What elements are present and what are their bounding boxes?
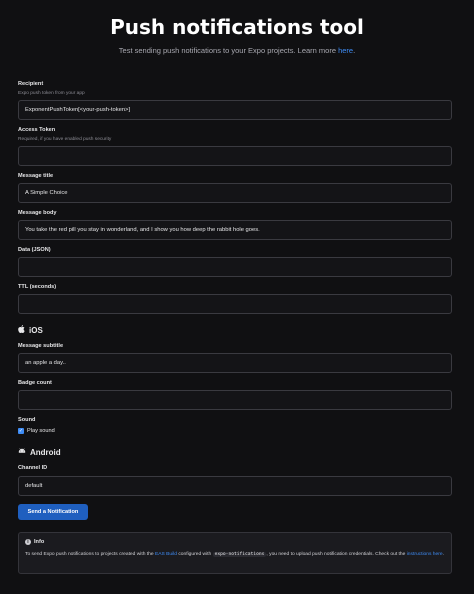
instructions-link[interactable]: instructions here bbox=[407, 552, 443, 557]
info-text-1: To send Expo push notifications to proje… bbox=[25, 552, 155, 557]
recipient-hint: Expo push token from your app bbox=[18, 91, 85, 96]
info-title: Info bbox=[34, 539, 45, 545]
channel-id-input[interactable]: default bbox=[18, 476, 452, 496]
access-token-input[interactable] bbox=[18, 146, 452, 166]
message-subtitle-input[interactable]: an apple a day.. bbox=[18, 353, 452, 373]
send-notification-button[interactable]: Send a Notification bbox=[18, 504, 88, 520]
page-title: Push notifications tool bbox=[110, 15, 364, 39]
recipient-input[interactable]: ExponentPushToken[<your-push-token>] bbox=[18, 100, 452, 120]
play-sound-checkbox[interactable]: ✓ bbox=[18, 428, 24, 434]
apple-icon bbox=[18, 325, 25, 335]
data-json-label: Data (JSON) bbox=[18, 247, 51, 253]
info-text-2: configured with bbox=[176, 552, 213, 557]
access-token-label: Access Token bbox=[18, 127, 56, 133]
subtitle-text: Test sending push notifications to your … bbox=[118, 46, 339, 55]
message-body-label: Message body bbox=[18, 210, 57, 216]
info-text-3: , you need to upload push notification c… bbox=[266, 552, 407, 557]
channel-id-label: Channel ID bbox=[18, 465, 48, 471]
info-box: i Info To send Expo push notifications t… bbox=[18, 532, 452, 574]
android-icon bbox=[18, 448, 26, 457]
info-icon: i bbox=[25, 539, 31, 545]
learn-more-link[interactable]: here bbox=[338, 46, 353, 55]
ttl-input[interactable] bbox=[18, 294, 452, 314]
recipient-label: Recipient bbox=[18, 81, 44, 87]
expo-notifications-code: expo-notifications bbox=[212, 552, 267, 557]
subtitle-suffix: . bbox=[353, 46, 356, 55]
android-section-label: Android bbox=[30, 448, 61, 457]
access-token-hint: Required, if you have enabled push secur… bbox=[18, 137, 112, 142]
sound-label: Sound bbox=[18, 417, 36, 423]
message-body-input[interactable]: You take the red pill you stay in wonder… bbox=[18, 220, 452, 240]
info-header: i Info bbox=[25, 539, 445, 545]
message-title-input[interactable]: A Simple Choice bbox=[18, 183, 452, 203]
message-subtitle-label: Message subtitle bbox=[18, 343, 64, 349]
badge-count-input[interactable] bbox=[18, 390, 452, 410]
info-text-4: . bbox=[442, 552, 444, 557]
play-sound-label: Play sound bbox=[27, 428, 55, 434]
eas-build-link[interactable]: EAS Build bbox=[155, 552, 177, 557]
data-json-input[interactable] bbox=[18, 257, 452, 277]
ios-section-label: iOS bbox=[29, 325, 43, 335]
info-body: To send Expo push notifications to proje… bbox=[25, 550, 445, 560]
android-section-header: Android bbox=[18, 448, 61, 457]
play-sound-row[interactable]: ✓ Play sound bbox=[18, 428, 55, 434]
page-subtitle: Test sending push notifications to your … bbox=[0, 46, 474, 55]
badge-count-label: Badge count bbox=[18, 380, 52, 386]
ios-section-header: iOS bbox=[18, 325, 43, 335]
message-title-label: Message title bbox=[18, 173, 54, 179]
ttl-label: TTL (seconds) bbox=[18, 284, 57, 290]
